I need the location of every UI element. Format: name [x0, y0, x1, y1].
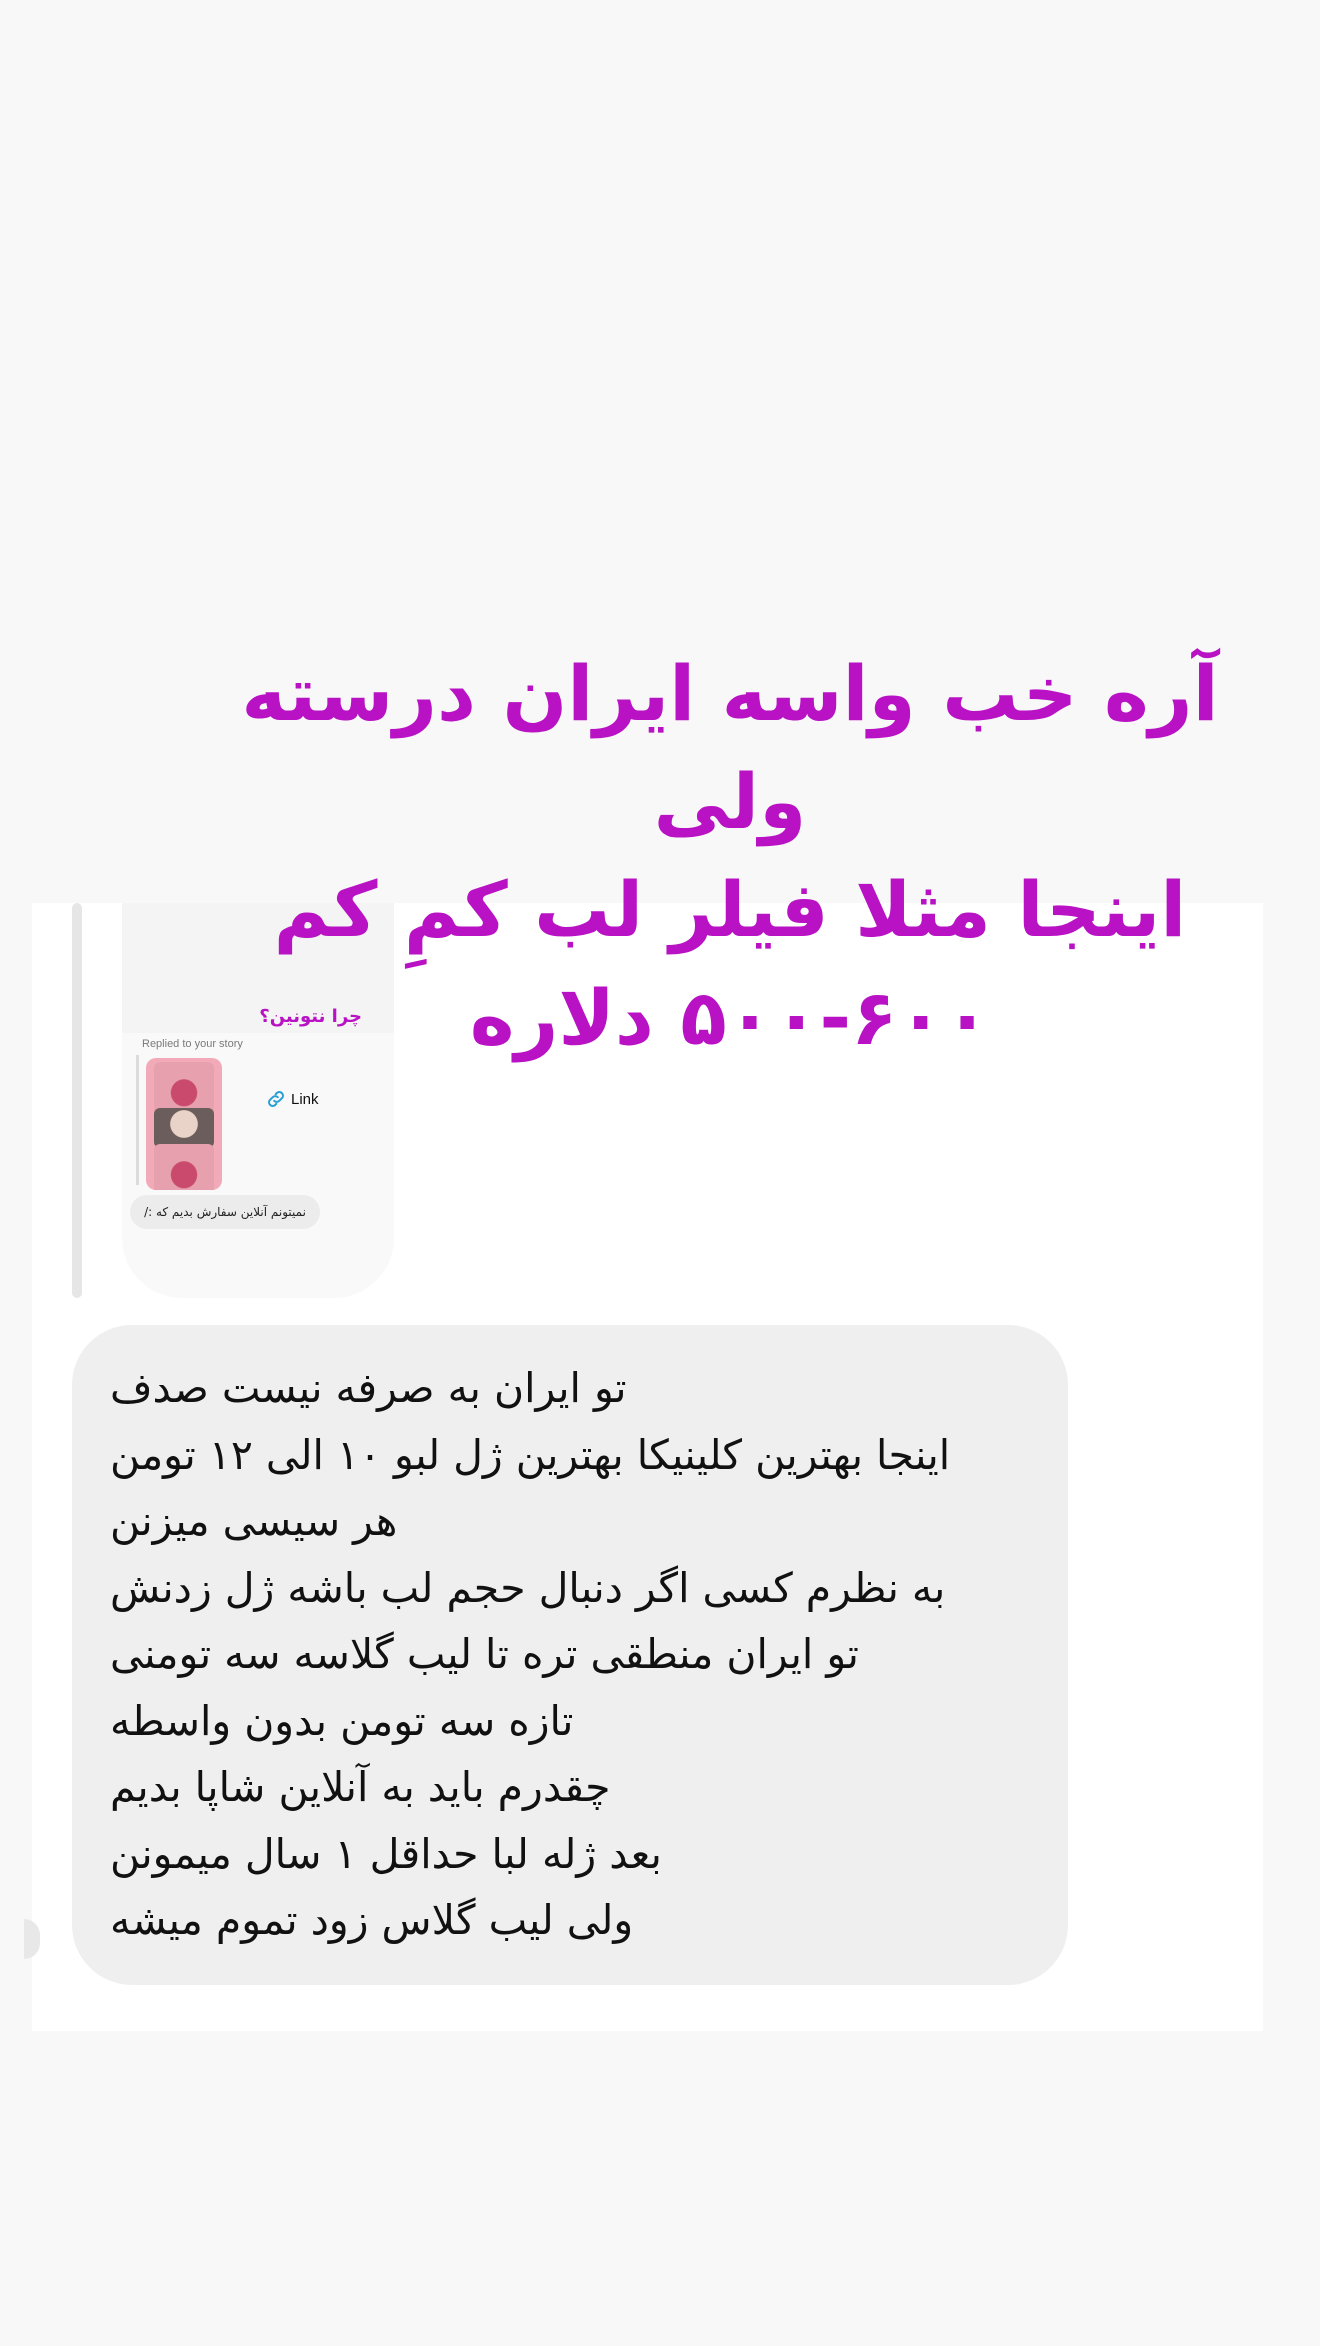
- lips-image: [154, 1144, 214, 1190]
- thread-line: [72, 903, 82, 1298]
- message-line: تو ایران به صرفه نیست صدف: [110, 1364, 627, 1412]
- message-line: تو ایران منطقی تره تا لیب گلاسه سه تومنی: [110, 1630, 859, 1678]
- message-line: هر سیسی میزنن: [110, 1497, 398, 1545]
- message-line: چقدرم باید به آنلاین شاپا بدیم: [110, 1763, 611, 1811]
- story-overlay-text: آره خب واسه ایران درسته ولی اینجا مثلا ف…: [200, 640, 1260, 1072]
- overlay-line: ۵۰۰-۶۰۰ دلاره: [469, 973, 991, 1062]
- message-line: اینجا بهترین کلینیکا بهترین ژل لبو ۱۰ ال…: [110, 1430, 951, 1479]
- link-label: Link: [291, 1090, 319, 1108]
- link-icon: [268, 1091, 284, 1107]
- link-attachment[interactable]: Link: [265, 1088, 319, 1110]
- chat-screenshot: چرا نتونین؟ Replied to your story Link ن…: [32, 903, 1263, 2031]
- overlay-line: اینجا مثلا فیلر لب کمِ کم: [273, 865, 1187, 954]
- story-thumbnail[interactable]: [146, 1058, 222, 1190]
- message-line: بعد ژله لبا حداقل ۱ سال میمونن: [110, 1829, 662, 1878]
- message-bubble[interactable]: تو ایران به صرفه نیست صدف اینجا بهترین ک…: [72, 1325, 1068, 1985]
- person-image: [154, 1108, 214, 1148]
- message-line: ولی لیب گلاس زود تموم میشه: [110, 1896, 634, 1944]
- message-line: تازه سه تومن بدون واسطه: [110, 1696, 574, 1745]
- message-line: به نظرم کسی اگر دنبال حجم لب باشه ژل زدن…: [110, 1563, 946, 1612]
- story-screen: آره خب واسه ایران درسته ولی اینجا مثلا ف…: [0, 0, 1320, 2346]
- overlay-line: آره خب واسه ایران درسته ولی: [241, 649, 1219, 846]
- reply-indicator-bar: [136, 1055, 139, 1185]
- reply-message-bubble[interactable]: نمیتونم آنلاین سفارش بدیم که :/: [130, 1195, 320, 1229]
